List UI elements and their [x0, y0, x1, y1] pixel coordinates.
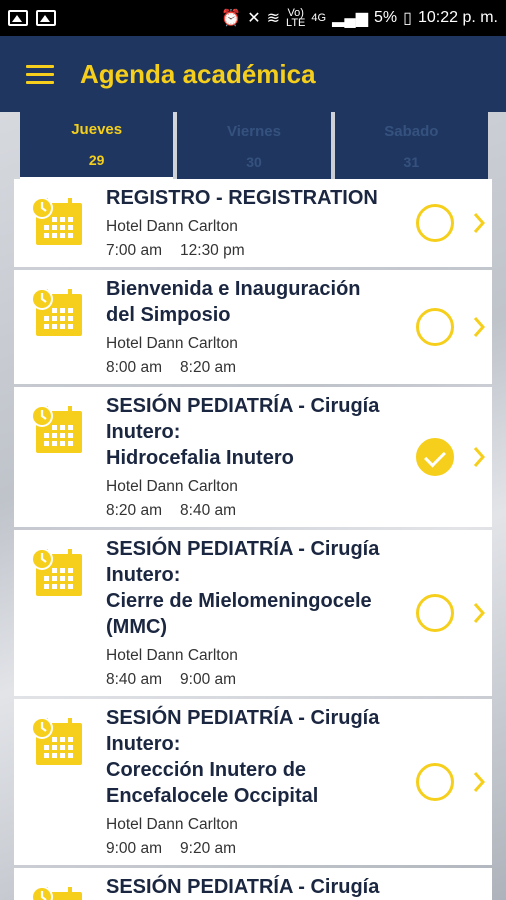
mute-icon: ✕ — [247, 10, 261, 27]
chevron-right-icon[interactable] — [472, 315, 486, 339]
network-type: 4G — [311, 12, 327, 24]
page-title: Agenda académica — [80, 58, 316, 89]
tab-day-label: Viernes — [227, 122, 281, 140]
event-start-time: 8:20 am — [106, 502, 163, 519]
favorite-toggle[interactable] — [416, 204, 454, 242]
wifi-icon: ≋ — [266, 10, 281, 27]
event-title: REGISTRO - REGISTRATION — [106, 187, 378, 209]
event-end-time: 8:40 am — [180, 502, 237, 519]
event-card[interactable]: Bienvenida e Inauguración del Simposio Ho… — [14, 270, 492, 384]
calendar-clock-icon — [31, 288, 82, 336]
status-bar: ⏰ ✕ ≋ Vo) LTE 4G ▂▄▆ 5% ▯ 10:22 p. m. — [0, 0, 506, 36]
alarm-icon: ⏰ — [221, 10, 242, 27]
notification-icon — [36, 10, 56, 26]
tab-day-label: Jueves — [71, 121, 123, 138]
calendar-clock-icon — [31, 886, 82, 900]
event-list: REGISTRO - REGISTRATION Hotel Dann Carlto… — [14, 179, 492, 900]
chevron-right-icon[interactable] — [472, 211, 486, 235]
tab-day-number: 31 — [403, 153, 420, 170]
event-card[interactable]: SESIÓN PEDIATRÍA - Cirugía Inutero: — [14, 868, 492, 900]
event-start-time: 8:00 am — [106, 359, 163, 376]
event-card[interactable]: REGISTRO - REGISTRATION Hotel Dann Carlto… — [14, 179, 492, 267]
app-bar: Agenda académica — [0, 36, 506, 112]
event-start-time: 7:00 am — [106, 242, 163, 259]
event-time: 9:00 am 9:20 am — [106, 839, 412, 859]
chevron-right-icon[interactable] — [472, 601, 486, 625]
calendar-clock-icon — [31, 717, 82, 765]
hamburger-icon[interactable] — [26, 63, 54, 85]
clock: 10:22 p. m. — [417, 9, 498, 26]
event-title: Bienvenida e Inauguración del Simposio — [106, 278, 361, 326]
tab-viernes[interactable]: Viernes 30 — [177, 112, 331, 180]
event-start-time: 8:40 am — [106, 671, 163, 688]
event-title: SESIÓN PEDIATRÍA - Cirugía Inutero: Hidr… — [106, 395, 380, 469]
event-time: 7:00 am 12:30 pm — [106, 241, 412, 261]
day-tabs: Jueves 29 Viernes 30 Sabado 31 — [18, 112, 490, 180]
event-end-time: 9:00 am — [180, 671, 237, 688]
event-title: SESIÓN PEDIATRÍA - Cirugía Inutero: Cier… — [106, 538, 380, 638]
volte-indicator: Vo) LTE — [286, 7, 306, 29]
calendar-clock-icon — [31, 405, 82, 453]
tab-sabado[interactable]: Sabado 31 — [334, 112, 488, 180]
event-venue: Hotel Dann Carlton — [106, 478, 238, 495]
event-end-time: 12:30 pm — [180, 242, 245, 259]
event-title: SESIÓN PEDIATRÍA - Cirugía Inutero: Core… — [106, 707, 380, 807]
event-card[interactable]: SESIÓN PEDIATRÍA - Cirugía Inutero: Core… — [14, 699, 492, 865]
chevron-right-icon[interactable] — [472, 770, 486, 794]
event-time: 8:40 am 9:00 am — [106, 670, 412, 690]
battery-icon: ▯ — [403, 10, 412, 27]
tab-day-number: 29 — [88, 152, 105, 168]
favorite-toggle[interactable] — [416, 763, 454, 801]
calendar-clock-icon — [31, 197, 82, 245]
event-title: SESIÓN PEDIATRÍA - Cirugía Inutero: — [106, 876, 380, 898]
calendar-clock-icon — [31, 548, 82, 596]
gallery-icon — [8, 10, 28, 26]
event-venue: Hotel Dann Carlton — [106, 218, 238, 235]
favorite-toggle[interactable] — [416, 438, 454, 476]
event-end-time: 9:20 am — [180, 840, 237, 857]
battery-percent: 5% — [374, 9, 398, 26]
event-start-time: 9:00 am — [106, 840, 163, 857]
chevron-right-icon[interactable] — [472, 445, 486, 469]
event-time: 8:00 am 8:20 am — [106, 358, 412, 378]
event-venue: Hotel Dann Carlton — [106, 335, 238, 352]
tab-day-label: Sabado — [384, 122, 439, 140]
signal-icon: ▂▄▆ — [332, 10, 369, 27]
event-card[interactable]: SESIÓN PEDIATRÍA - Cirugía Inutero: Cier… — [14, 530, 492, 696]
event-venue: Hotel Dann Carlton — [106, 816, 238, 833]
tab-day-number: 30 — [246, 153, 262, 170]
event-end-time: 8:20 am — [180, 359, 237, 376]
event-venue: Hotel Dann Carlton — [106, 647, 238, 664]
tab-jueves[interactable]: Jueves 29 — [20, 112, 174, 180]
favorite-toggle[interactable] — [416, 308, 454, 346]
favorite-toggle[interactable] — [416, 594, 454, 632]
event-card[interactable]: SESIÓN PEDIATRÍA - Cirugía Inutero: Hidr… — [14, 387, 492, 527]
event-time: 8:20 am 8:40 am — [106, 501, 412, 521]
